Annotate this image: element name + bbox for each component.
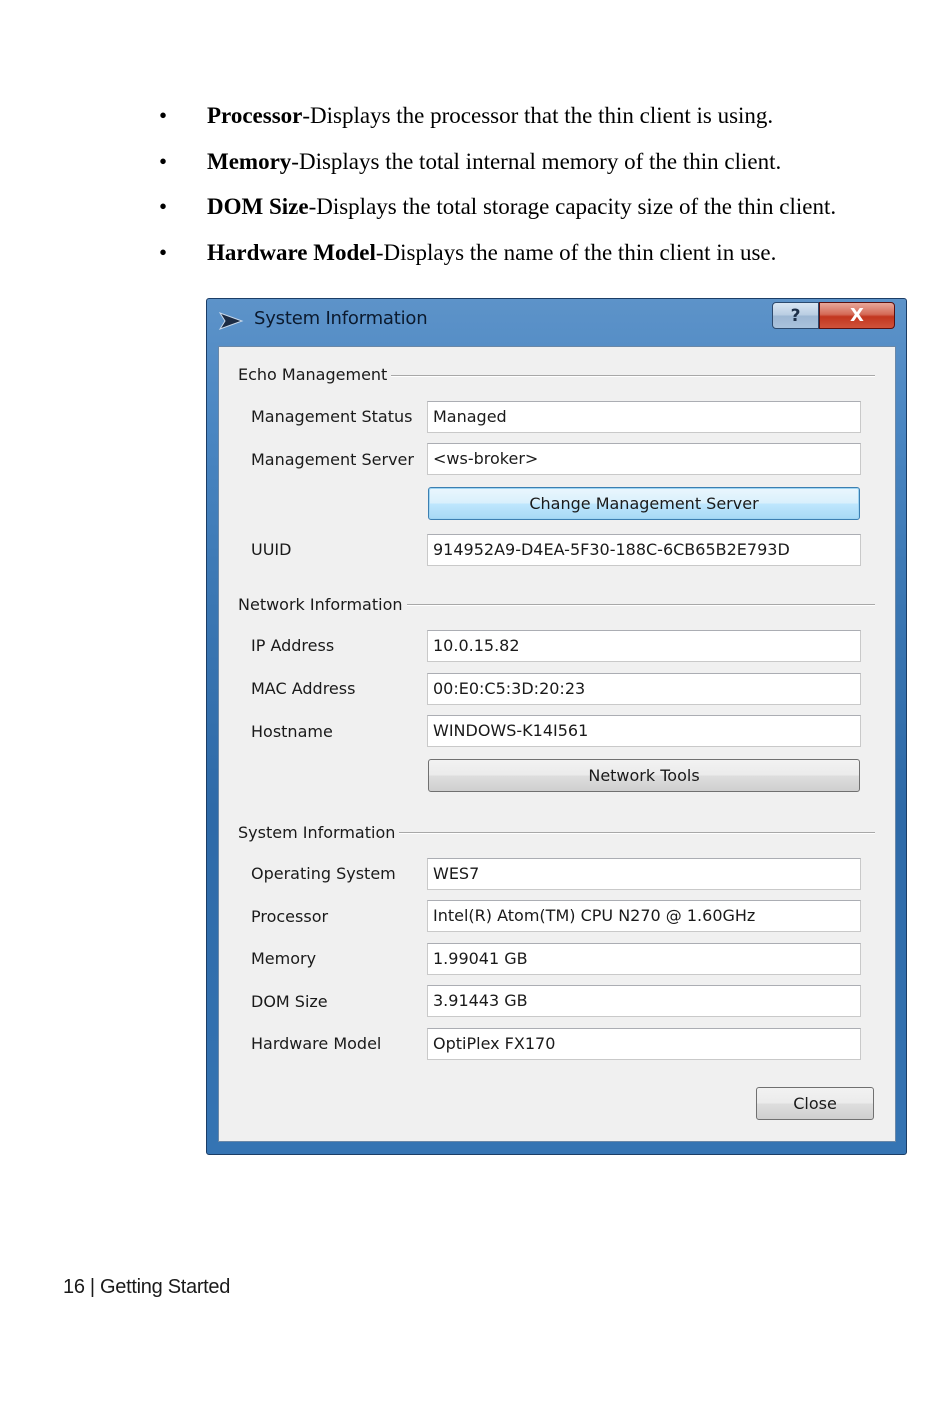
dom-size-label: DOM Size <box>251 992 328 1011</box>
group-divider <box>399 604 875 606</box>
management-server-label: Management Server <box>251 450 414 469</box>
operating-system-label: Operating System <box>251 864 396 883</box>
title-bar[interactable]: System Information ? X <box>207 299 906 345</box>
group-divider <box>379 375 875 377</box>
group-divider <box>391 832 875 834</box>
page-footer: 16 | Getting Started <box>63 1276 231 1298</box>
bullet-desc: -Displays the total internal memory of t… <box>291 148 782 174</box>
mac-address-field[interactable]: 00:E0:C5:3D:20:23 <box>427 673 861 705</box>
hardware-model-field[interactable]: OptiPlex FX170 <box>427 1028 861 1060</box>
ip-address-field[interactable]: 10.0.15.82 <box>427 630 861 662</box>
bullet-term: Memory <box>207 148 292 174</box>
bullet-dot: • <box>158 148 168 174</box>
bullet-term: Processor <box>207 103 303 128</box>
bullet-term: Hardware Model <box>207 239 376 265</box>
group-title-network-information: Network Information <box>238 595 407 614</box>
management-status-field[interactable]: Managed <box>427 401 861 433</box>
dom-size-field[interactable]: 3.91443 GB <box>427 985 861 1017</box>
management-status-label: Management Status <box>251 407 413 426</box>
window-close-button[interactable]: X <box>819 302 895 329</box>
bullet-item: • DOM Size-Displays the total storage cap… <box>156 189 916 235</box>
window-title: System Information <box>254 308 428 329</box>
bullet-dot: • <box>158 194 168 219</box>
memory-label: Memory <box>251 949 317 968</box>
close-button[interactable]: Close <box>756 1087 874 1120</box>
operating-system-field[interactable]: WES7 <box>427 858 861 890</box>
bullet-item: • Hardware Model-Displays the name of the… <box>156 235 916 281</box>
processor-label: Processor <box>251 907 329 926</box>
uuid-field[interactable]: 914952A9-D4EA-5F30-188C-6CB65B2E793D <box>427 534 861 566</box>
ip-address-label: IP Address <box>251 636 335 655</box>
help-icon: ? <box>790 305 801 326</box>
bullet-list: • Processor-Displays the processor that t… <box>156 98 916 280</box>
help-button[interactable]: ? <box>772 302 819 329</box>
bullet-item: • Processor-Displays the processor that t… <box>156 98 916 144</box>
bullet-dot: • <box>158 239 168 265</box>
bullet-dot: • <box>158 103 168 128</box>
change-management-server-button[interactable]: Change Management Server <box>428 487 860 520</box>
bullet-desc: -Displays the total storage capacity siz… <box>308 194 837 219</box>
app-icon <box>218 312 244 330</box>
bullet-term: DOM Size <box>207 194 309 219</box>
processor-field[interactable]: Intel(R) Atom(TM) CPU N270 @ 1.60GHz <box>427 900 861 932</box>
group-title-system-information: System Information <box>238 823 400 842</box>
uuid-label: UUID <box>251 540 292 559</box>
hostname-field[interactable]: WINDOWS-K14I561 <box>427 715 861 747</box>
memory-field[interactable]: 1.99041 GB <box>427 943 861 975</box>
hostname-label: Hostname <box>251 722 333 741</box>
system-information-window: System Information ? X Echo Management M… <box>206 298 907 1155</box>
close-icon: X <box>850 305 864 326</box>
management-server-field[interactable]: <ws-broker> <box>427 443 861 475</box>
hardware-model-label: Hardware Model <box>251 1034 382 1053</box>
bullet-desc: -Displays the processor that the thin cl… <box>302 103 774 128</box>
group-title-echo-management: Echo Management <box>238 365 392 384</box>
network-tools-button[interactable]: Network Tools <box>428 759 860 792</box>
bullet-item: • Memory-Displays the total internal memo… <box>156 144 916 190</box>
bullet-desc: -Displays the name of the thin client in… <box>375 239 777 265</box>
mac-address-label: MAC Address <box>251 679 356 698</box>
dialog-body: Echo Management Management Status Manage… <box>218 346 896 1142</box>
